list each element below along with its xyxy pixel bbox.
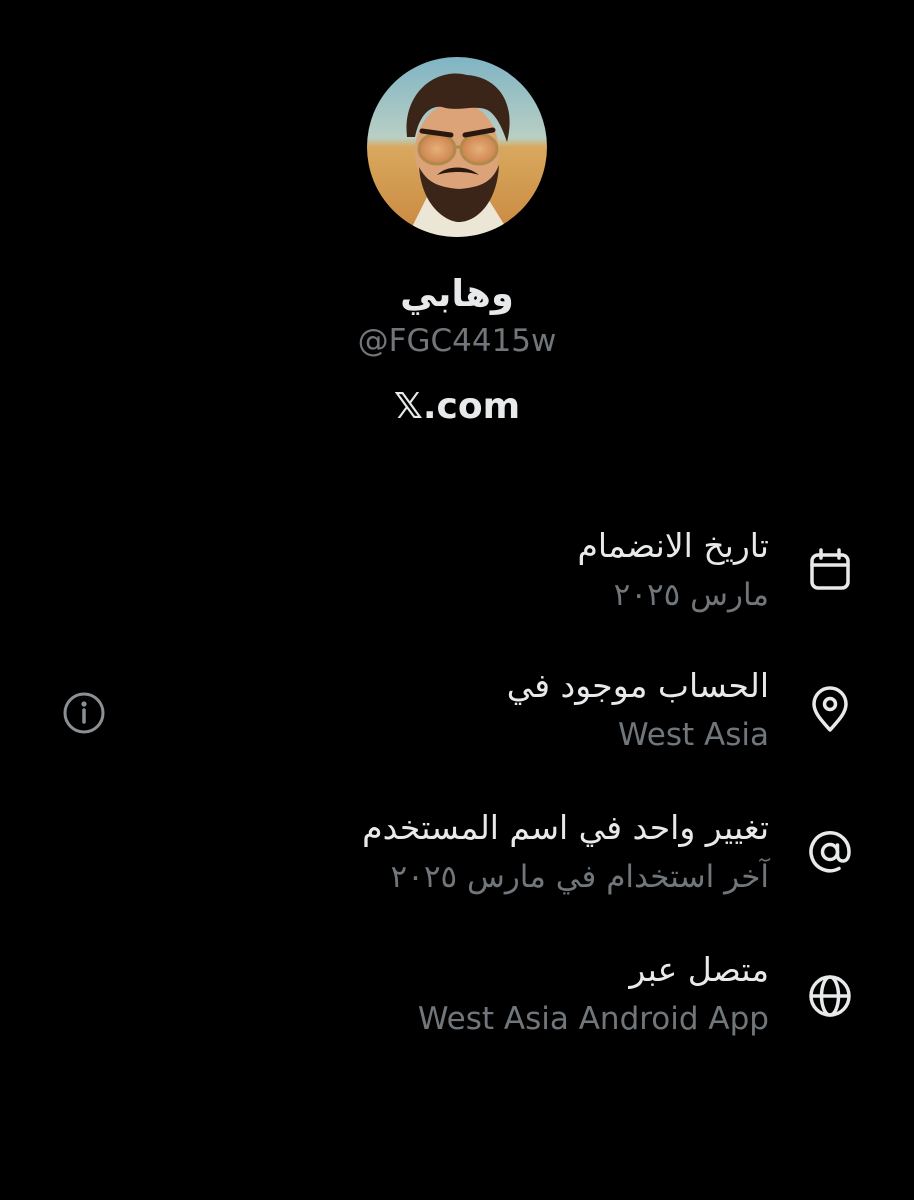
info-icon[interactable] [60, 689, 108, 737]
at-sign-icon [806, 828, 854, 876]
globe-icon [806, 972, 854, 1020]
connected-via-value: West Asia Android App [417, 1001, 769, 1037]
username-changes-row: تغيير واحد في اسم المستخدم آخر استخدام ف… [362, 806, 769, 898]
location-pin-icon [806, 686, 854, 734]
location-label: الحساب موجود في [506, 666, 769, 705]
connected-via-label: متصل عبر [629, 950, 769, 989]
calendar-icon [806, 546, 854, 594]
location-row: الحساب موجود في West Asia [507, 664, 769, 756]
connected-via-row: متصل عبر West Asia Android App [418, 948, 769, 1040]
about-account-section: تاريخ الانضمام مارس ٢٠٢٥ الحساب موجود في… [0, 0, 914, 1200]
joined-value: مارس ٢٠٢٥ [613, 577, 769, 613]
location-value: West Asia [617, 717, 769, 753]
joined-row: تاريخ الانضمام مارس ٢٠٢٥ [577, 524, 769, 616]
username-changes-value: آخر استخدام في مارس ٢٠٢٥ [390, 859, 769, 895]
joined-label: تاريخ الانضمام [577, 526, 769, 565]
username-changes-label: تغيير واحد في اسم المستخدم [362, 808, 769, 847]
